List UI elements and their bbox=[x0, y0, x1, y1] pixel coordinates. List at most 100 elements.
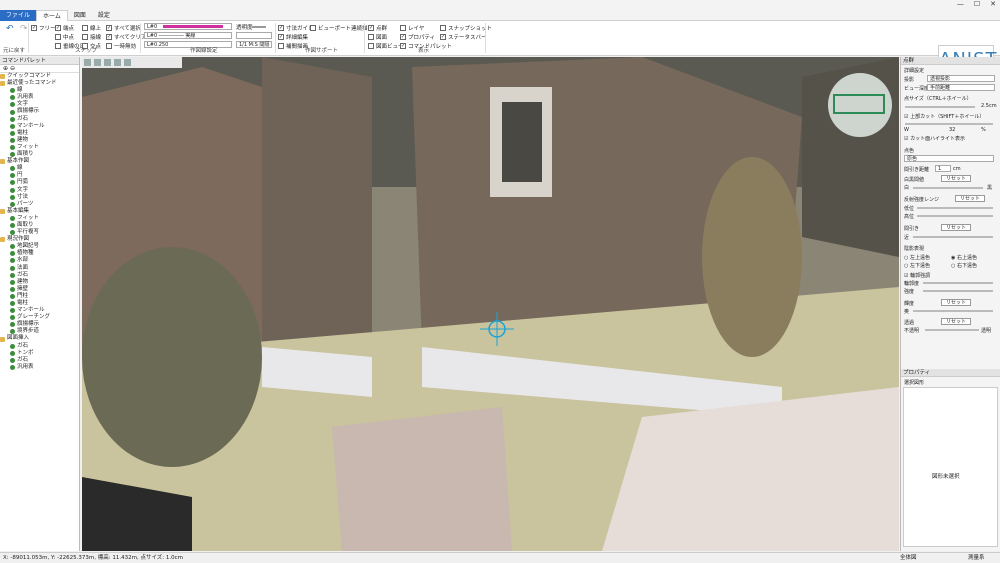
top-cut-slider[interactable] bbox=[905, 123, 993, 125]
opacity-slider[interactable] bbox=[925, 329, 979, 331]
snap-tangent-checkbox[interactable]: 接線 bbox=[82, 33, 101, 41]
top-cut-label[interactable]: ☑ 上部カット（SHIFT＋ホイール） bbox=[904, 113, 984, 120]
snap-online-checkbox[interactable]: 線上 bbox=[82, 24, 101, 32]
show-statusbar[interactable]: ✓ ステータスバー bbox=[440, 33, 487, 41]
highlight-checkbox[interactable]: ☑ カット面ハイライト表示 bbox=[904, 135, 965, 142]
palette-command[interactable]: ガ石 bbox=[0, 116, 79, 123]
point-size-slider[interactable] bbox=[905, 106, 975, 108]
view-icon[interactable] bbox=[84, 59, 91, 66]
white-black-slider[interactable] bbox=[913, 187, 983, 189]
palette-command[interactable]: 水部 bbox=[0, 257, 79, 264]
snap-endpoint-checkbox[interactable]: ✓ 端点 bbox=[55, 24, 74, 32]
snapshot-icon[interactable] bbox=[114, 59, 121, 66]
close-button[interactable]: ✕ bbox=[990, 0, 996, 10]
palette-command[interactable]: 植物種 bbox=[0, 250, 79, 257]
shade-ur[interactable]: ◉ 右上遠色 bbox=[951, 254, 977, 261]
palette-command[interactable]: マンホール bbox=[0, 123, 79, 130]
palette-command[interactable]: パーツ bbox=[0, 201, 79, 208]
detail-edit-checkbox[interactable]: ✓ 詳細編集 bbox=[278, 33, 308, 41]
snap-midpoint-checkbox[interactable]: 中点 bbox=[55, 33, 74, 41]
palette-command[interactable]: 面取り bbox=[0, 222, 79, 229]
palette-command[interactable]: 建物 bbox=[0, 137, 79, 144]
palette-folder[interactable]: 現況作図 bbox=[0, 236, 79, 243]
show-pointcloud[interactable]: ✓ 点群 bbox=[368, 24, 387, 32]
palette-command[interactable]: 汎用表 bbox=[0, 364, 79, 371]
reset-button-4[interactable]: リセット bbox=[941, 299, 972, 306]
palette-command[interactable]: 地図記号 bbox=[0, 243, 79, 250]
reset-button-1[interactable]: リセット bbox=[941, 175, 972, 182]
palette-folder[interactable]: 図面挿入 bbox=[0, 335, 79, 342]
shade-ll[interactable]: ○ 左下遠色 bbox=[904, 262, 930, 269]
reset-button-3[interactable]: リセット bbox=[941, 224, 972, 231]
palette-folder[interactable]: 基本作図 bbox=[0, 158, 79, 165]
reset-button-2[interactable]: リセット bbox=[955, 195, 986, 202]
high-slider[interactable] bbox=[917, 215, 993, 217]
maximize-button[interactable]: ☐ bbox=[974, 0, 980, 10]
shade-ul[interactable]: ○ 左上遠色 bbox=[904, 254, 930, 261]
palette-command[interactable]: ガ石 bbox=[0, 272, 79, 279]
projection-select[interactable]: 透視投影 bbox=[927, 75, 995, 82]
palette-command[interactable]: 法面 bbox=[0, 265, 79, 272]
low-slider[interactable] bbox=[917, 207, 993, 209]
collapse-icon[interactable]: ⊖ bbox=[10, 65, 15, 72]
palette-command[interactable]: 建物 bbox=[0, 279, 79, 286]
transparency-slider[interactable] bbox=[252, 26, 266, 28]
palette-command[interactable]: 線 bbox=[0, 165, 79, 172]
palette-command[interactable]: ガ石 bbox=[0, 357, 79, 364]
show-property[interactable]: ✓ プロパティ bbox=[400, 33, 435, 41]
tab-file[interactable]: ファイル bbox=[0, 10, 37, 21]
snap-disable[interactable]: 一時無効 bbox=[106, 42, 136, 50]
palette-command[interactable]: 円 bbox=[0, 172, 79, 179]
palette-command[interactable]: 門柱 bbox=[0, 293, 79, 300]
palette-command[interactable]: トンボ bbox=[0, 350, 79, 357]
sparse-input[interactable]: 1 bbox=[935, 165, 951, 172]
snap-free-checkbox[interactable]: ✓ フリー bbox=[31, 24, 56, 32]
palette-command[interactable]: 円弧 bbox=[0, 179, 79, 186]
line-width-select[interactable]: L#0.250 bbox=[144, 41, 232, 48]
color-select[interactable]: 原色 bbox=[904, 155, 994, 162]
brightness-slider[interactable] bbox=[913, 310, 993, 312]
palette-command[interactable]: 旗揚標示 bbox=[0, 108, 79, 115]
palette-command[interactable]: 電柱 bbox=[0, 130, 79, 137]
palette-command[interactable]: 旗揚標示 bbox=[0, 321, 79, 328]
zoom-icon[interactable] bbox=[94, 59, 101, 66]
outline-b-slider[interactable] bbox=[923, 290, 993, 292]
pointcloud-viewport[interactable] bbox=[82, 57, 899, 551]
palette-command[interactable]: グレーチング bbox=[0, 314, 79, 321]
palette-command[interactable]: 汎用表 bbox=[0, 94, 79, 101]
palette-command[interactable]: 文字 bbox=[0, 101, 79, 108]
measure-icon[interactable] bbox=[104, 59, 111, 66]
expand-icon[interactable]: ⊕ bbox=[3, 65, 8, 72]
tab-drawing[interactable]: 図面 bbox=[68, 10, 92, 21]
snap-select-all[interactable]: ✓ すべて選択 bbox=[106, 24, 141, 32]
line-color-select[interactable]: L#0 bbox=[144, 23, 232, 30]
show-drawing-view[interactable]: 図面ビュー bbox=[368, 42, 404, 50]
outline-a-slider[interactable] bbox=[923, 282, 993, 284]
palette-command[interactable]: フィット bbox=[0, 144, 79, 151]
palette-command[interactable]: ガ石 bbox=[0, 343, 79, 350]
depth-select[interactable]: 手前距離 bbox=[927, 84, 995, 91]
palette-command[interactable]: 寸法 bbox=[0, 194, 79, 201]
near-slider[interactable] bbox=[913, 236, 993, 238]
show-drawing[interactable]: 図面 bbox=[368, 33, 387, 41]
palette-command[interactable]: フィット bbox=[0, 215, 79, 222]
outline-checkbox[interactable]: ☑ 輪郭強調 bbox=[904, 272, 930, 279]
show-layer[interactable]: レイヤ bbox=[400, 24, 424, 32]
tab-home[interactable]: ホーム bbox=[36, 10, 68, 21]
interp-draw-checkbox[interactable]: 補間描画 bbox=[278, 42, 308, 50]
palette-command[interactable]: 擁壁 bbox=[0, 286, 79, 293]
reset-button-5[interactable]: リセット bbox=[941, 318, 972, 325]
palette-folder[interactable]: 最近使ったコマンド bbox=[0, 80, 79, 87]
tab-settings[interactable]: 設定 bbox=[92, 10, 116, 21]
minimize-button[interactable]: — bbox=[957, 0, 964, 10]
fit-icon[interactable] bbox=[124, 59, 131, 66]
shadow-select[interactable] bbox=[236, 32, 272, 39]
dimension-guide-checkbox[interactable]: ✓ 寸法ガイド bbox=[278, 24, 314, 32]
palette-command[interactable]: 線 bbox=[0, 87, 79, 94]
undo-icon[interactable]: ↶ bbox=[6, 24, 16, 34]
shade-lr[interactable]: ○ 右下遠色 bbox=[951, 262, 977, 269]
palette-command[interactable]: 文字 bbox=[0, 187, 79, 194]
line-type-select[interactable]: L#0 ――――― 実線 bbox=[144, 32, 232, 39]
scale-select[interactable]: 1/1 M:S 間隔 bbox=[236, 41, 272, 48]
palette-folder[interactable]: 基本編集 bbox=[0, 208, 79, 215]
